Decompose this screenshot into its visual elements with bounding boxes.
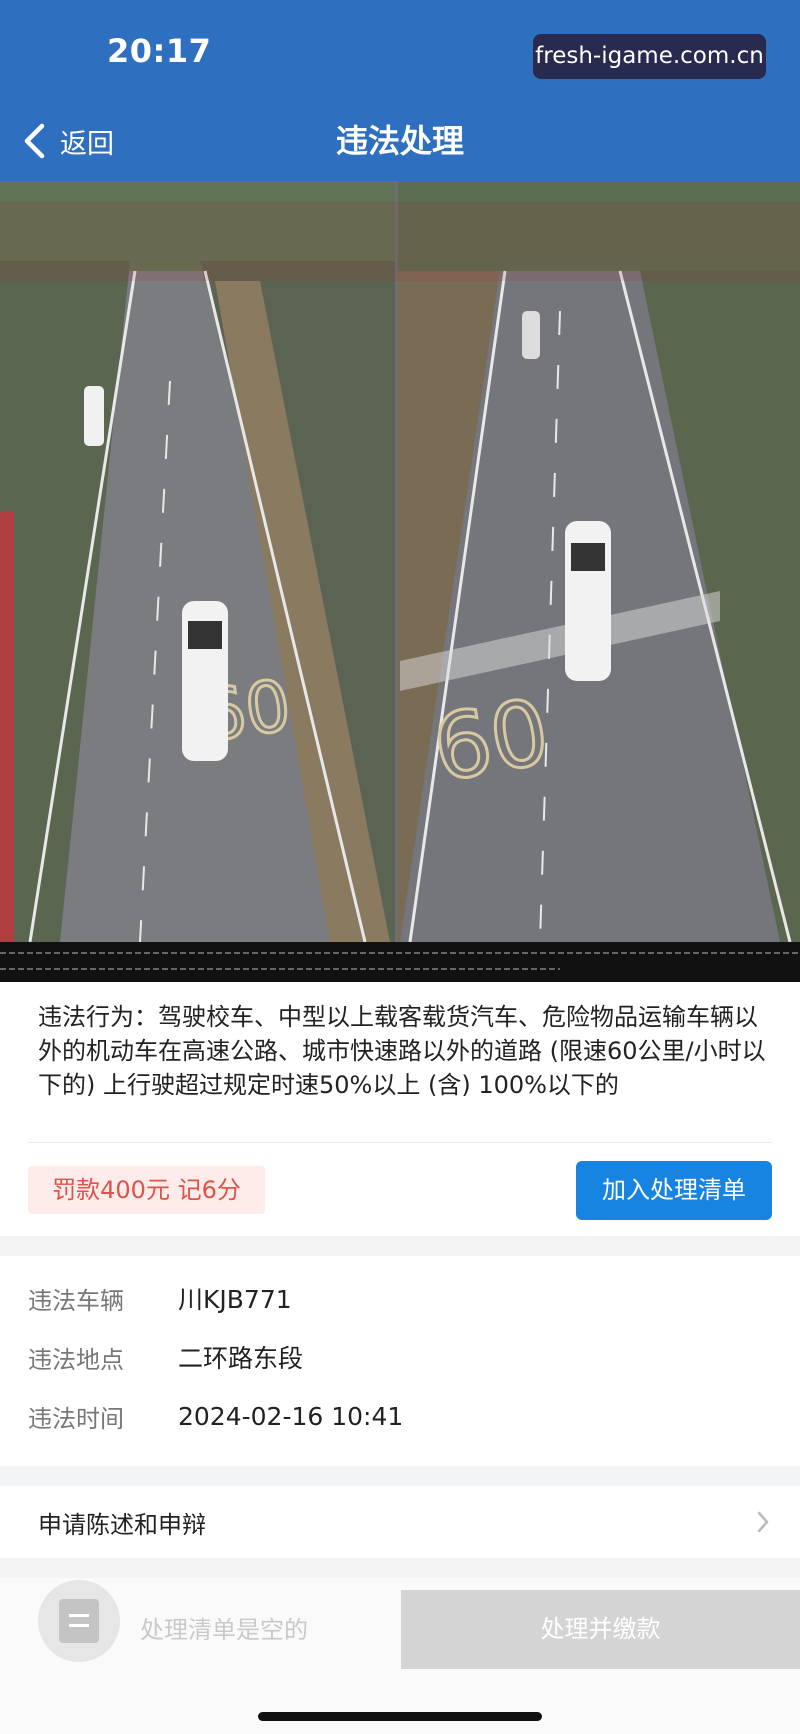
traffic-camera-image: 60 60: [0, 181, 800, 982]
home-indicator: [258, 1712, 542, 1721]
info-label: 违法地点: [28, 1345, 124, 1374]
info-row-vehicle: 违法车辆 川KJB771: [28, 1278, 292, 1318]
processing-list-button[interactable]: [38, 1580, 120, 1662]
penalty-badge: 罚款400元 记6分: [28, 1166, 265, 1214]
watermark: fresh-igame.com.cn: [533, 34, 766, 79]
appeal-row[interactable]: 申请陈述和申辩: [0, 1486, 800, 1558]
info-label: 违法车辆: [28, 1286, 124, 1315]
add-to-list-button[interactable]: 加入处理清单: [576, 1161, 772, 1220]
violation-info-card: 违法车辆 川KJB771 违法地点 二环路东段 违法时间 2024-02-16 …: [0, 1256, 800, 1466]
page-title: 违法处理: [335, 122, 464, 160]
info-value: 2024-02-16 10:41: [178, 1401, 404, 1431]
processing-list-status: 处理清单是空的: [140, 1616, 308, 1644]
status-time: 20:17: [107, 32, 212, 70]
info-row-time: 违法时间 2024-02-16 10:41: [28, 1396, 403, 1436]
info-label: 违法时间: [28, 1404, 124, 1433]
svg-text:60: 60: [426, 679, 557, 802]
violation-description: 违法行为：驾驶校车、中型以上载客载货汽车、危险物品运输车辆以外的机动车在高速公路…: [38, 1003, 766, 1099]
chevron-right-icon: [757, 1511, 769, 1533]
violation-photo[interactable]: 60 60: [0, 181, 800, 982]
info-value: 川KJB771: [178, 1285, 292, 1314]
info-row-location: 违法地点 二环路东段: [28, 1337, 303, 1377]
info-value: 二环路东段: [178, 1344, 304, 1373]
top-bar: 20:17 fresh-igame.com.cn 返回 违法处理: [0, 0, 800, 181]
process-and-pay-button[interactable]: 处理并缴款: [401, 1590, 800, 1669]
divider: [28, 1142, 772, 1143]
list-icon: [59, 1599, 99, 1643]
appeal-label: 申请陈述和申辩: [38, 1510, 206, 1539]
